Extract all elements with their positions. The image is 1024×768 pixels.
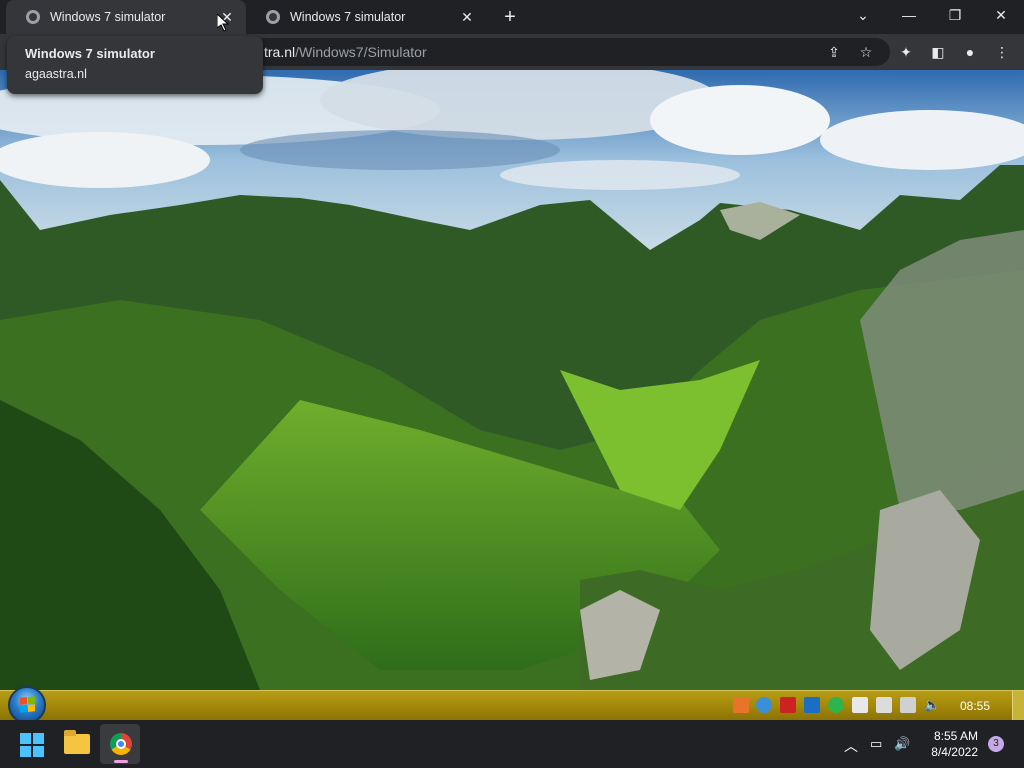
close-tab-icon[interactable]: ✕ bbox=[458, 8, 476, 26]
tab-search-chevron-icon[interactable]: ⌄ bbox=[840, 0, 886, 34]
minimize-button[interactable]: — bbox=[886, 0, 932, 34]
tray-security-check-icon[interactable] bbox=[828, 697, 844, 713]
tray-flag-icon[interactable] bbox=[852, 697, 868, 713]
menu-kebab-icon[interactable]: ⋮ bbox=[992, 42, 1012, 62]
close-window-button[interactable]: ✕ bbox=[978, 0, 1024, 34]
tray-pdf-icon[interactable] bbox=[780, 697, 796, 713]
tray-outlook-icon[interactable] bbox=[804, 697, 820, 713]
win7-start-orb[interactable] bbox=[8, 686, 46, 724]
win7-taskbar bbox=[0, 690, 1024, 720]
win11-date: 8/4/2022 bbox=[931, 745, 978, 759]
hover-card-title: Windows 7 simulator bbox=[25, 46, 155, 61]
browser-tab-strip: Windows 7 simulator ✕ Windows 7 simulato… bbox=[0, 0, 1024, 34]
active-app-indicator bbox=[114, 760, 128, 763]
mountain-valley-landscape bbox=[0, 70, 1024, 690]
chrome-icon bbox=[110, 733, 132, 755]
network-icon[interactable]: ▭ bbox=[870, 736, 882, 752]
volume-icon[interactable]: 🔊 bbox=[894, 736, 910, 752]
file-explorer-icon[interactable] bbox=[64, 730, 90, 754]
win11-time: 8:55 AM bbox=[933, 729, 978, 743]
notification-badge[interactable]: 3 bbox=[988, 736, 1004, 752]
screen: Windows 7 simulator ✕ Windows 7 simulato… bbox=[0, 0, 1024, 768]
tray-display-icon[interactable] bbox=[900, 697, 916, 713]
bookmark-star-icon[interactable]: ☆ bbox=[856, 42, 876, 62]
show-hidden-icons-chevron-icon[interactable]: ︿ bbox=[844, 736, 858, 756]
tray-network-globe-icon[interactable] bbox=[756, 697, 772, 713]
side-panel-icon[interactable]: ◧ bbox=[928, 42, 948, 62]
windows-flag-icon bbox=[20, 696, 35, 713]
tray-volume-icon[interactable]: 🔈 bbox=[924, 697, 940, 713]
show-desktop-button[interactable] bbox=[1012, 691, 1024, 720]
tray-clipboard-icon[interactable] bbox=[876, 697, 892, 713]
tab-windows7-simulator-active[interactable]: Windows 7 simulator ✕ bbox=[6, 0, 246, 34]
tab-title: Windows 7 simulator bbox=[50, 10, 166, 24]
restore-button[interactable]: ❐ bbox=[932, 0, 978, 34]
windows-start-icon[interactable] bbox=[20, 733, 44, 757]
tray-app-icon[interactable] bbox=[733, 697, 749, 713]
profile-icon[interactable]: ● bbox=[960, 42, 980, 62]
extensions-icon[interactable]: ✦ bbox=[896, 42, 916, 62]
mouse-cursor-icon bbox=[217, 14, 229, 32]
new-tab-button[interactable]: + bbox=[498, 5, 522, 29]
globe-icon bbox=[26, 10, 40, 24]
tab-hover-card: Windows 7 simulator agaastra.nl bbox=[7, 36, 263, 94]
hover-card-domain: agaastra.nl bbox=[25, 67, 87, 81]
globe-icon bbox=[266, 10, 280, 24]
tab-title: Windows 7 simulator bbox=[290, 10, 406, 24]
share-icon[interactable]: ⇪ bbox=[824, 42, 844, 62]
address-bar-url[interactable]: tra.nl/Windows7/Simulator bbox=[264, 44, 427, 60]
win7-clock[interactable]: 08:55 bbox=[960, 699, 990, 713]
win11-clock[interactable]: 8:55 AM 8/4/2022 bbox=[926, 728, 978, 760]
tab-windows7-simulator[interactable]: Windows 7 simulator ✕ bbox=[246, 0, 486, 34]
desktop-wallpaper bbox=[0, 70, 1024, 690]
